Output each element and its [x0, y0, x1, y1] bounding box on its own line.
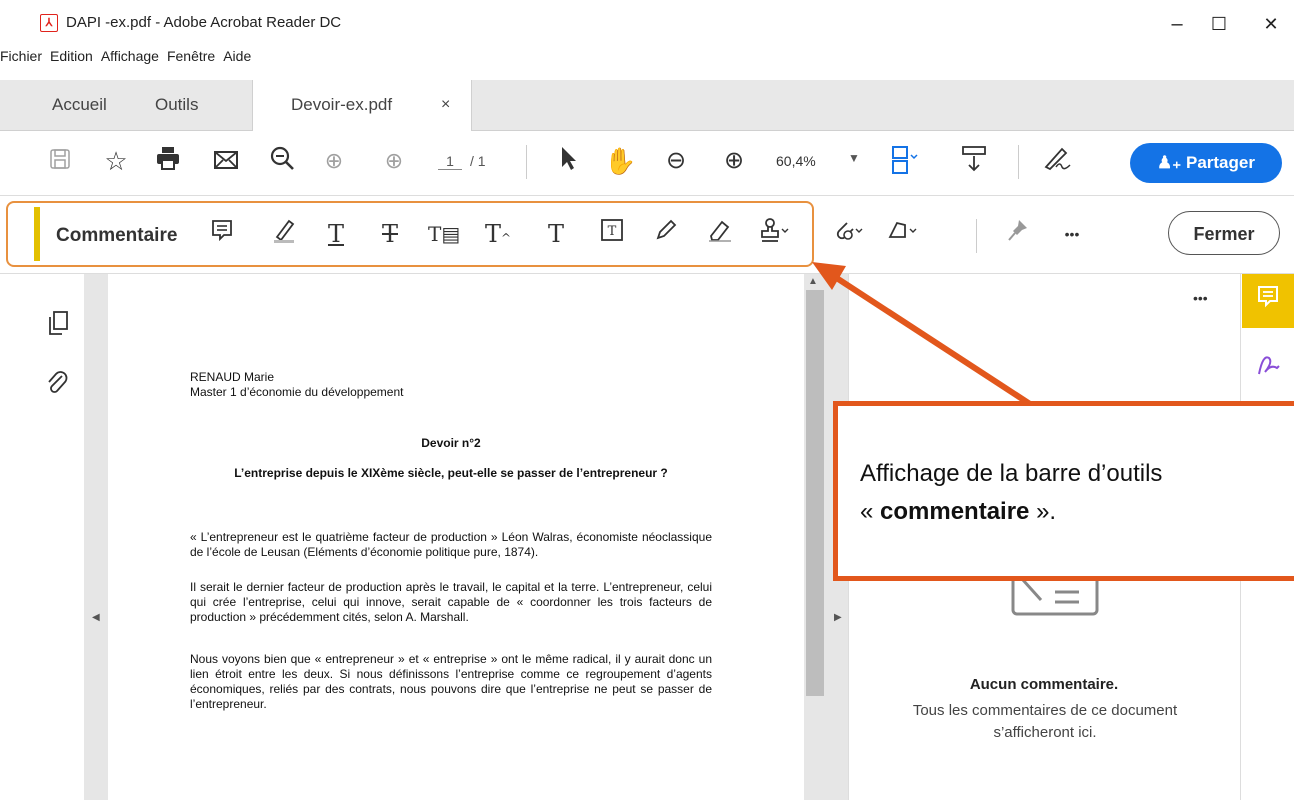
callout-arrow: [812, 262, 1032, 407]
callout-open-quote: «: [860, 498, 881, 525]
callout-line-1: Affichage de la barre d’outils: [860, 460, 1163, 487]
callout-line-2: « commentaire ».: [860, 493, 1290, 531]
callout-close-quote: ».: [1029, 498, 1057, 525]
callout-keyword: commentaire: [880, 498, 1030, 525]
callout-text: Affichage de la barre d’outils « comment…: [860, 455, 1290, 531]
